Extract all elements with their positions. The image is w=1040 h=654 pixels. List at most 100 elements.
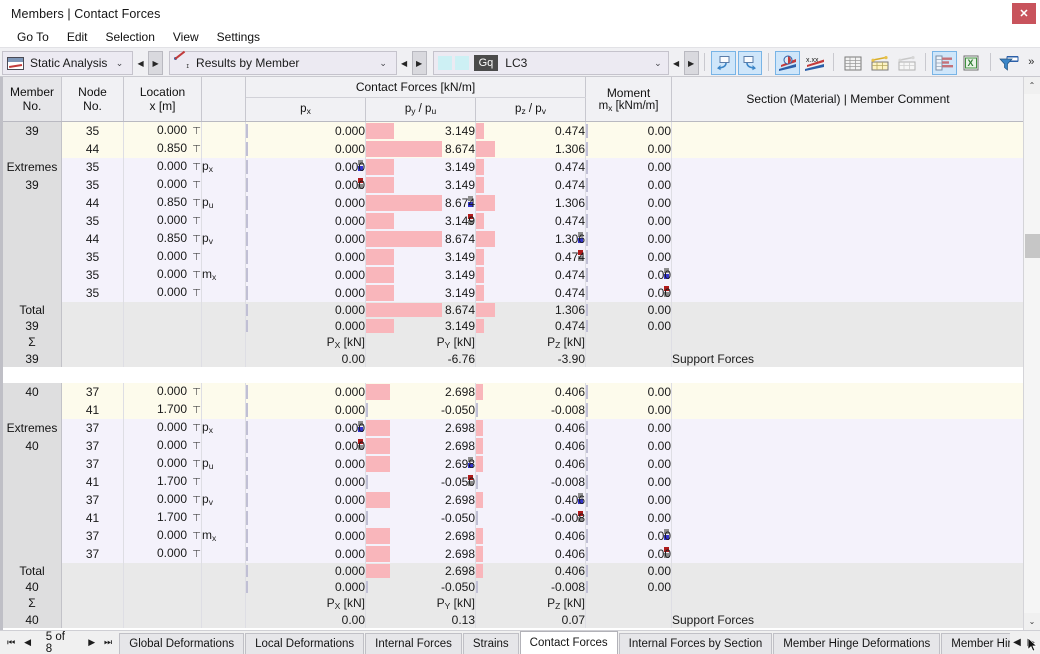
cell-node-no[interactable]: 37	[61, 490, 124, 509]
table-row[interactable]: 37 0.000 ⊤ 0.000 2.698 0.406 0.00	[0, 544, 1023, 563]
results-next-arrow[interactable]: ▶	[411, 51, 427, 75]
cell-py-pu[interactable]: 3.149	[365, 157, 476, 176]
header-node-no[interactable]: Node No.	[61, 77, 124, 122]
table-row[interactable]: 39 0.00 -6.76 -3.90 Support Forces	[0, 350, 1023, 367]
cell-location[interactable]	[123, 611, 202, 628]
tab-internal-forces-by-section[interactable]: Internal Forces by Section	[618, 633, 773, 654]
scrollbar-thumb[interactable]	[1024, 234, 1040, 258]
cell-px[interactable]: 0.000	[245, 562, 366, 579]
excel-export-icon[interactable]: X	[959, 51, 984, 75]
table-row[interactable]: Σ PX [kN] PY [kN] PZ [kN]	[0, 594, 1023, 612]
table-row[interactable]: 41 1.700 ⊤ 0.000 -0.050 -0.008 0.00	[0, 400, 1023, 419]
cell-location[interactable]	[123, 350, 202, 367]
cell-comment[interactable]	[671, 472, 1023, 491]
cell-location[interactable]: 0.850 ⊤	[123, 193, 202, 212]
undo-arrow-icon[interactable]	[710, 51, 736, 75]
header-section-comment[interactable]: Section (Material) | Member Comment	[671, 77, 1023, 122]
cell-node-no[interactable]: 44	[61, 193, 124, 212]
cell-py-pu[interactable]: -0.050	[365, 578, 476, 595]
cell-px[interactable]: 0.000	[245, 490, 366, 509]
cell-py-pu[interactable]: 3.149	[365, 283, 476, 302]
table-row[interactable]: 41 1.700 ⊤ 0.000 -0.050 -0.008 0.00	[0, 508, 1023, 527]
cell-py-pu[interactable]: 2.698	[365, 490, 476, 509]
cell-node-no[interactable]	[61, 562, 124, 579]
header-location[interactable]: Location x [m]	[123, 77, 202, 122]
table-row[interactable]: 40 0.000 -0.050 -0.008 0.00	[0, 578, 1023, 595]
results-view-combo[interactable]: ɪ Results by Member ⌄	[169, 50, 397, 75]
cell-node-no[interactable]: 35	[61, 175, 124, 194]
table-row[interactable]: 39 35 0.000 ⊤ 0.000 3.149 0.474 0.00	[0, 175, 1023, 194]
cell-node-no[interactable]: 37	[61, 544, 124, 563]
menu-item-settings[interactable]: Settings	[208, 28, 269, 47]
cell-comment[interactable]	[671, 418, 1023, 437]
cell-comment[interactable]	[671, 175, 1023, 194]
next-page-button[interactable]: ▶	[83, 633, 99, 653]
table-grid-icon[interactable]	[840, 51, 865, 75]
load-case-prev-arrow[interactable]: ◀	[669, 51, 684, 75]
first-page-button[interactable]: ⏮	[3, 633, 19, 653]
cell-member-no[interactable]	[0, 508, 62, 527]
cell-location[interactable]: 0.000 ⊤	[123, 454, 202, 473]
cell-location[interactable]: 0.000 ⊤	[123, 490, 202, 509]
analysis-next-arrow[interactable]: ▶	[148, 51, 164, 75]
cell-member-no[interactable]: 40	[0, 436, 62, 455]
table-row[interactable]: 40 0.00 0.13 0.07 Support Forces	[0, 611, 1023, 628]
cell-px[interactable]: 0.000	[245, 265, 366, 284]
tab-internal-forces[interactable]: Internal Forces	[365, 633, 462, 654]
cell-pz-pv[interactable]: 0.406	[475, 490, 586, 509]
cell-mx[interactable]: 0.00	[585, 157, 672, 176]
filter-funnel-icon[interactable]	[997, 51, 1022, 75]
cell-member-no[interactable]	[0, 247, 62, 266]
cell-member-no[interactable]: 40	[0, 382, 62, 401]
cell-py-pu[interactable]: 3.149	[365, 265, 476, 284]
analysis-prev-arrow[interactable]: ◀	[133, 51, 148, 75]
cell-px[interactable]: 0.000	[245, 472, 366, 491]
cell-node-no[interactable]: 44	[61, 139, 124, 158]
cell-pz-pv[interactable]: 0.474	[475, 175, 586, 194]
cell-node-no[interactable]	[61, 594, 124, 612]
cell-mx[interactable]: 0.00	[585, 454, 672, 473]
cell-sum-py[interactable]: -6.76	[365, 350, 476, 367]
cell-px[interactable]: 0.000	[245, 157, 366, 176]
tab-global-deformations[interactable]: Global Deformations	[119, 633, 245, 654]
cell-member-no[interactable]	[0, 139, 62, 158]
cell-mx[interactable]: 0.00	[585, 265, 672, 284]
cell-member-no[interactable]: 39	[0, 175, 62, 194]
cell-location[interactable]: 1.700 ⊤	[123, 472, 202, 491]
cell-comment[interactable]	[671, 400, 1023, 419]
cell-member-no[interactable]: Total	[0, 301, 62, 318]
cell-node-no[interactable]: 35	[61, 211, 124, 230]
cell-comment[interactable]	[671, 229, 1023, 248]
table-row[interactable]: 40 37 0.000 ⊤ 0.000 2.698 0.406 0.00	[0, 436, 1023, 455]
header-member-no[interactable]: Member No.	[0, 77, 62, 122]
cell-px[interactable]: 0.000	[245, 211, 366, 230]
tab-local-deformations[interactable]: Local Deformations	[245, 633, 365, 654]
table-row[interactable]: Extremes 37 0.000 ⊤ px 0.000 2.698 0.406 0.00	[0, 418, 1023, 437]
table-row[interactable]: 37 0.000 ⊤ pu 0.000 2.698 0.406 0.00	[0, 454, 1023, 473]
cell-comment[interactable]	[671, 382, 1023, 401]
cell-sum-pz[interactable]: 0.07	[475, 611, 586, 628]
table-row[interactable]: Total 0.000 8.674 1.306 0.00	[0, 301, 1023, 318]
cell-py-pu[interactable]: -0.050	[365, 508, 476, 527]
close-icon[interactable]: ✕	[1012, 3, 1036, 24]
cell-comment[interactable]	[671, 139, 1023, 158]
cell-py-pu[interactable]: 3.149	[365, 317, 476, 334]
cell-member-no[interactable]	[0, 400, 62, 419]
cell-comment[interactable]	[671, 454, 1023, 473]
chevron-down-icon[interactable]: ⌄	[375, 58, 392, 69]
cell-px[interactable]: 0.000	[245, 578, 366, 595]
tab-member-hinge-deformations[interactable]: Member Hinge Deformations	[773, 633, 941, 654]
cell-pz-pv[interactable]: 0.474	[475, 157, 586, 176]
table-row[interactable]: 44 0.850 ⊤ pu 0.000 8.674 1.306 0.00	[0, 193, 1023, 212]
cell-comment[interactable]	[671, 301, 1023, 318]
scroll-down-arrow[interactable]: ⌄	[1023, 613, 1040, 630]
cell-py-pu[interactable]: 8.674	[365, 193, 476, 212]
cell-location[interactable]	[123, 578, 202, 595]
cell-comment[interactable]	[671, 265, 1023, 284]
cell-node-no[interactable]	[61, 350, 124, 367]
cell-px[interactable]: 0.000	[245, 139, 366, 158]
cell-px[interactable]: 0.000	[245, 317, 366, 334]
table-row[interactable]: Σ PX [kN] PY [kN] PZ [kN]	[0, 333, 1023, 351]
cell-node-no[interactable]: 37	[61, 382, 124, 401]
cell-location[interactable]: 1.700 ⊤	[123, 400, 202, 419]
